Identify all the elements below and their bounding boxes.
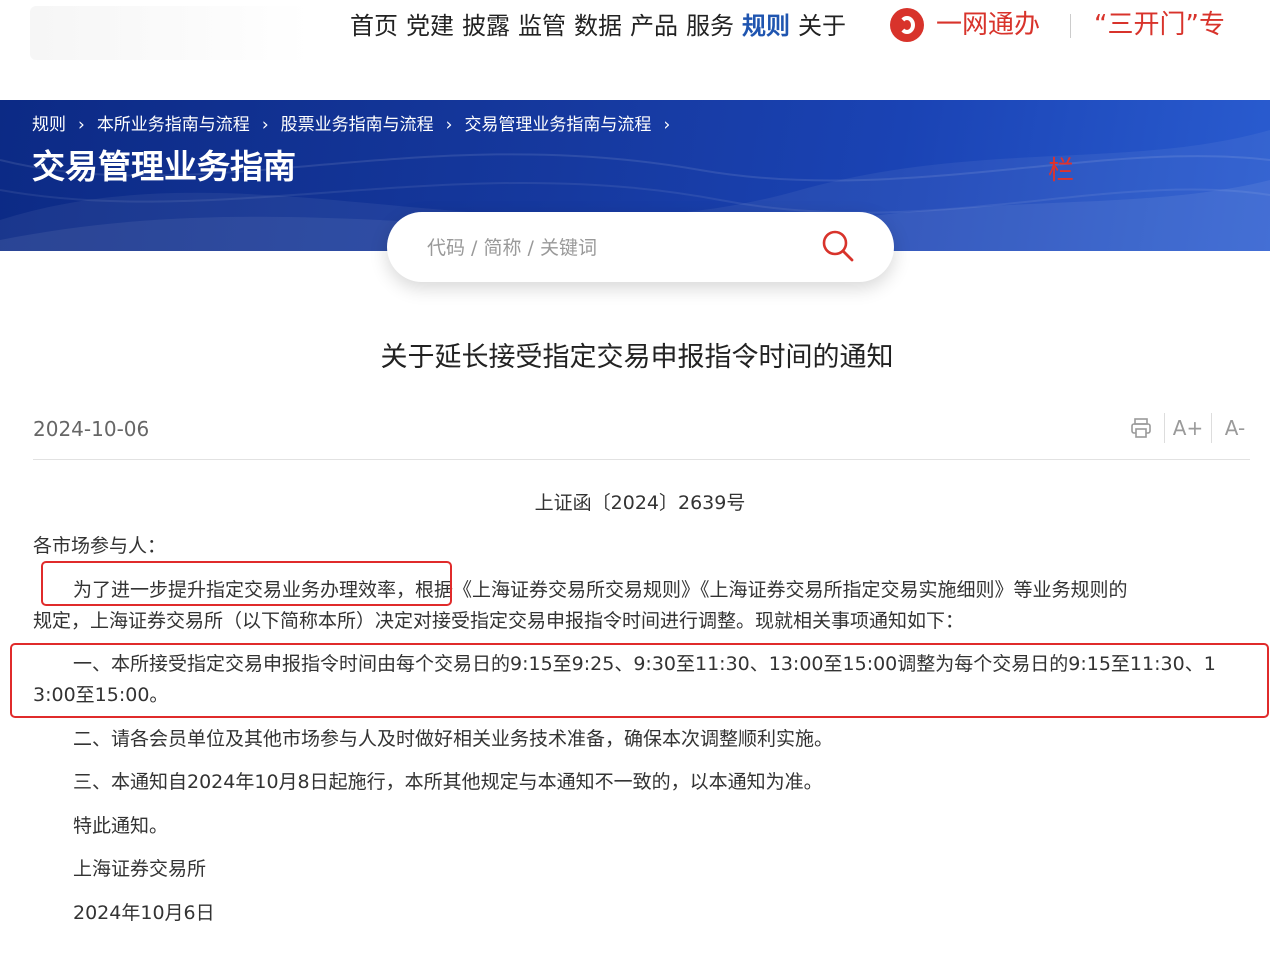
page-title: 交易管理业务指南 [32, 147, 296, 186]
salutation: 各市场参与人： [33, 535, 167, 557]
paragraph-1-line-1: 为了进一步提升指定交易业务办理效率，根据《上海证券交易所交易规则》《上海证券交易… [73, 579, 1128, 601]
article-tools: A+ A- [1118, 410, 1258, 446]
breadcrumb-item-trading-management[interactable]: 交易管理业务指南与流程 [464, 112, 651, 138]
nav-item-disclosure[interactable]: 披露 [462, 10, 510, 42]
signature: 上海证券交易所 [73, 858, 207, 880]
font-increase-button[interactable]: A+ [1165, 410, 1211, 446]
document-number: 上证函〔2024〕2639号 [534, 492, 746, 514]
search-input[interactable] [425, 230, 809, 266]
sankaimen-link[interactable]: “三开门”专 [1094, 8, 1225, 42]
yiwang-tongban-label: 一网通办 [936, 10, 1041, 40]
article-title: 关于延长接受指定交易申报指令时间的通知 [380, 342, 894, 373]
banner-red-mark: 栏 [1048, 156, 1075, 186]
paragraph-3: 二、请各会员单位及其他市场参与人及时做好相关业务技术准备，确保本次调整顺利实施。 [73, 728, 834, 750]
paragraph-2-line-2: 3:00至15:00。 [33, 684, 169, 706]
nav-item-party[interactable]: 党建 [406, 10, 454, 42]
breadcrumb-item-exchange-guides[interactable]: 本所业务指南与流程 [97, 112, 250, 138]
nav-item-home[interactable]: 首页 [350, 10, 398, 42]
nav-divider [1070, 14, 1071, 38]
main-nav: 首页 党建 披露 监管 数据 产品 服务 规则 关于 [350, 10, 846, 42]
page: 首页 党建 披露 监管 数据 产品 服务 规则 关于 一网通办 “三开门”专 规… [0, 0, 1274, 953]
nav-item-supervision[interactable]: 监管 [518, 10, 566, 42]
top-navigation: 首页 党建 披露 监管 数据 产品 服务 规则 关于 一网通办 “三开门”专 [0, 0, 1274, 100]
nav-item-rules[interactable]: 规则 [742, 10, 790, 42]
font-decrease-button[interactable]: A- [1212, 410, 1258, 446]
nav-item-products[interactable]: 产品 [630, 10, 678, 42]
yiwang-logo-icon [890, 8, 924, 42]
breadcrumb-item-stock-guides[interactable]: 股票业务指南与流程 [281, 112, 434, 138]
breadcrumb-item-rules[interactable]: 规则 [32, 112, 66, 138]
search-icon[interactable] [820, 228, 856, 264]
printer-icon [1131, 418, 1151, 438]
closing-line: 特此通知。 [73, 815, 169, 837]
paragraph-4: 三、本通知自2024年10月8日起施行，本所其他规定与本通知不一致的，以本通知为… [73, 771, 823, 793]
chevron-right-icon: › [445, 115, 453, 135]
chevron-right-icon: › [261, 115, 269, 135]
nav-item-about[interactable]: 关于 [798, 10, 846, 42]
paragraph-1-line-2: 规定，上海证券交易所（以下简称本所）决定对接受指定交易申报指令时间进行调整。现就… [33, 610, 965, 632]
print-icon[interactable] [1118, 410, 1164, 446]
signature-date: 2024年10月6日 [73, 902, 215, 924]
breadcrumb: 规则 › 本所业务指南与流程 › 股票业务指南与流程 › 交易管理业务指南与流程… [32, 112, 682, 138]
title-divider [33, 459, 1250, 460]
article-date: 2024-10-06 [33, 417, 150, 441]
chevron-right-icon: › [663, 115, 671, 135]
chevron-right-icon: › [78, 115, 85, 135]
search-box [387, 212, 894, 282]
yiwang-tongban-link[interactable]: 一网通办 [890, 8, 1040, 42]
paragraph-2-line-1: 一、本所接受指定交易申报指令时间由每个交易日的9:15至9:25、9:30至11… [73, 653, 1216, 675]
site-logo[interactable] [30, 6, 310, 60]
nav-item-services[interactable]: 服务 [686, 10, 734, 42]
nav-item-data[interactable]: 数据 [574, 10, 622, 42]
